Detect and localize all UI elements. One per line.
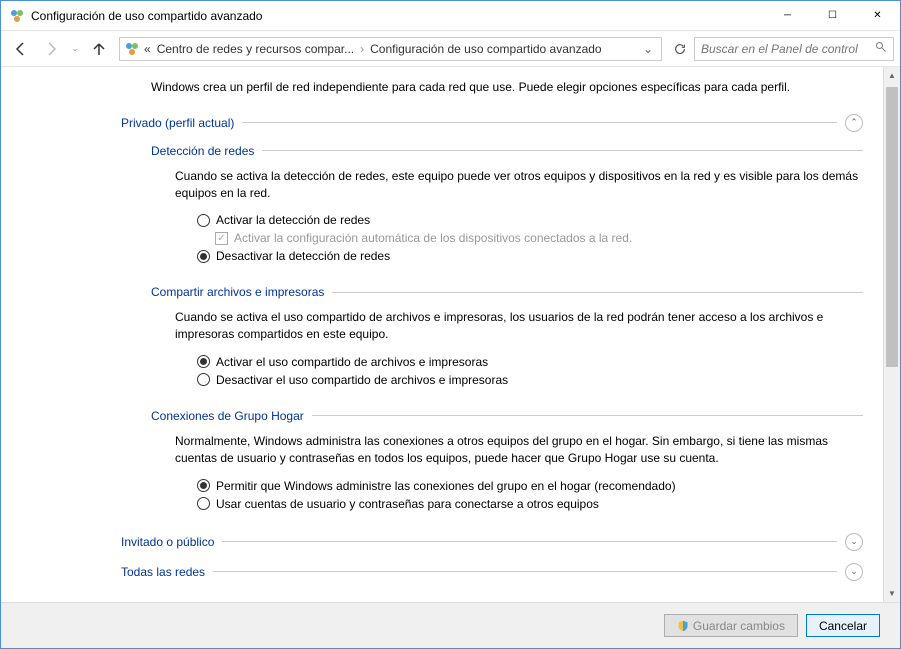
- radio-label: Activar el uso compartido de archivos e …: [216, 355, 488, 369]
- scrollbar[interactable]: ▲ ▼: [883, 67, 900, 602]
- breadcrumb-separator: ›: [358, 42, 366, 56]
- breadcrumb-item-1[interactable]: Centro de redes y recursos compar...: [155, 42, 356, 56]
- section-title-label: Detección de redes: [151, 144, 262, 158]
- expand-all-button[interactable]: ⌄: [845, 563, 863, 581]
- divider: [262, 150, 863, 151]
- radio-label: Activar la detección de redes: [216, 213, 370, 227]
- section-network-discovery: Detección de redes: [151, 144, 863, 158]
- search-input[interactable]: [701, 42, 875, 56]
- navigation-bar: ⌄ « Centro de redes y recursos compar...…: [1, 31, 900, 67]
- radio-icon: [197, 373, 210, 386]
- profile-guest-header[interactable]: Invitado o público ⌄: [121, 533, 863, 551]
- cancel-button[interactable]: Cancelar: [806, 614, 880, 637]
- content-wrapper: Windows crea un perfil de red independie…: [1, 67, 900, 602]
- radio-fs-on[interactable]: Activar el uso compartido de archivos e …: [197, 355, 863, 369]
- section-title-label: Compartir archivos e impresoras: [151, 285, 332, 299]
- back-button[interactable]: [7, 35, 35, 63]
- refresh-button[interactable]: [668, 37, 692, 61]
- radio-nd-on[interactable]: Activar la detección de redes: [197, 213, 863, 227]
- scroll-down-button[interactable]: ▼: [884, 585, 900, 602]
- section-file-sharing: Compartir archivos e impresoras: [151, 285, 863, 299]
- radio-icon: [197, 479, 210, 492]
- breadcrumb-dropdown[interactable]: ⌄: [639, 42, 657, 56]
- divider: [312, 415, 863, 416]
- radio-icon: [197, 355, 210, 368]
- radio-label: Desactivar el uso compartido de archivos…: [216, 373, 508, 387]
- save-button[interactable]: Guardar cambios: [664, 614, 798, 637]
- expand-guest-button[interactable]: ⌄: [845, 533, 863, 551]
- homegroup-options: Permitir que Windows administre las cone…: [197, 479, 863, 511]
- divider: [332, 292, 863, 293]
- divider: [213, 571, 837, 572]
- radio-nd-off[interactable]: Desactivar la detección de redes: [197, 249, 863, 263]
- up-arrow-icon: [91, 41, 107, 57]
- window-icon: [9, 8, 25, 24]
- checkbox-auto-config: ✓ Activar la configuración automática de…: [215, 231, 863, 245]
- profile-private-title: Privado (perfil actual): [121, 116, 242, 130]
- checkbox-icon: ✓: [215, 232, 228, 245]
- breadcrumb[interactable]: « Centro de redes y recursos compar... ›…: [119, 37, 662, 61]
- radio-hg-user[interactable]: Usar cuentas de usuario y contraseñas pa…: [197, 497, 863, 511]
- profile-private-header[interactable]: Privado (perfil actual) ⌃: [121, 114, 863, 132]
- radio-label: Permitir que Windows administre las cone…: [216, 479, 676, 493]
- radio-fs-off[interactable]: Desactivar el uso compartido de archivos…: [197, 373, 863, 387]
- forward-arrow-icon: [43, 41, 59, 57]
- network-icon: [124, 41, 140, 57]
- radio-icon: [197, 497, 210, 510]
- window-title: Configuración de uso compartido avanzado: [31, 9, 765, 23]
- section-title-label: Conexiones de Grupo Hogar: [151, 409, 312, 423]
- divider: [222, 541, 837, 542]
- close-button[interactable]: ✕: [855, 1, 900, 30]
- save-button-label: Guardar cambios: [693, 619, 785, 633]
- profile-guest-title: Invitado o público: [121, 535, 222, 549]
- titlebar: Configuración de uso compartido avanzado…: [1, 1, 900, 31]
- scrollbar-thumb[interactable]: [886, 87, 898, 367]
- radio-icon: [197, 214, 210, 227]
- content-area: Windows crea un perfil de red independie…: [1, 67, 883, 602]
- forward-button[interactable]: [37, 35, 65, 63]
- window-controls: ─ ☐ ✕: [765, 1, 900, 30]
- collapse-private-button[interactable]: ⌃: [845, 114, 863, 132]
- divider: [242, 122, 837, 123]
- intro-text: Windows crea un perfil de red independie…: [151, 79, 863, 96]
- section-homegroup: Conexiones de Grupo Hogar: [151, 409, 863, 423]
- checkbox-label: Activar la configuración automática de l…: [234, 231, 632, 245]
- network-discovery-desc: Cuando se activa la detección de redes, …: [175, 168, 863, 202]
- maximize-button[interactable]: ☐: [810, 1, 855, 30]
- search-icon[interactable]: [875, 41, 887, 56]
- network-discovery-options: Activar la detección de redes ✓ Activar …: [197, 213, 863, 263]
- radio-label: Desactivar la detección de redes: [216, 249, 390, 263]
- radio-hg-win[interactable]: Permitir que Windows administre las cone…: [197, 479, 863, 493]
- minimize-button[interactable]: ─: [765, 1, 810, 30]
- breadcrumb-item-2[interactable]: Configuración de uso compartido avanzado: [368, 42, 603, 56]
- file-sharing-desc: Cuando se activa el uso compartido de ar…: [175, 309, 863, 343]
- profile-all-title: Todas las redes: [121, 565, 213, 579]
- search-box[interactable]: [694, 37, 894, 61]
- file-sharing-options: Activar el uso compartido de archivos e …: [197, 355, 863, 387]
- radio-label: Usar cuentas de usuario y contraseñas pa…: [216, 497, 599, 511]
- recent-dropdown[interactable]: ⌄: [67, 35, 83, 63]
- profile-all-header[interactable]: Todas las redes ⌄: [121, 563, 863, 581]
- cancel-button-label: Cancelar: [819, 619, 867, 633]
- up-button[interactable]: [85, 35, 113, 63]
- shield-icon: [677, 620, 689, 632]
- scroll-up-button[interactable]: ▲: [884, 67, 900, 84]
- footer: Guardar cambios Cancelar: [1, 602, 900, 648]
- homegroup-desc: Normalmente, Windows administra las cone…: [175, 433, 863, 467]
- radio-icon: [197, 250, 210, 263]
- refresh-icon: [673, 42, 687, 56]
- breadcrumb-prefix: «: [142, 42, 153, 56]
- back-arrow-icon: [13, 41, 29, 57]
